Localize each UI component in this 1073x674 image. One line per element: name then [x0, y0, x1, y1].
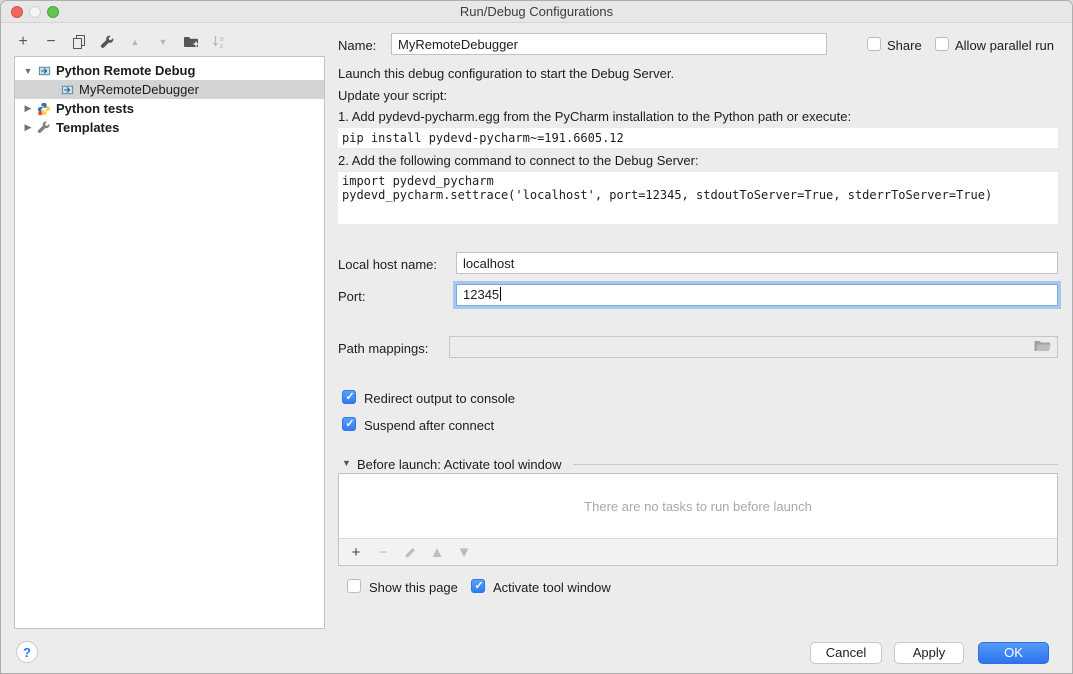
redirect-output-checkbox[interactable] — [342, 390, 356, 404]
zoom-window-button[interactable] — [47, 6, 59, 18]
before-launch-tasks-panel: There are no tasks to run before launch … — [338, 473, 1058, 566]
tree-item-label: Python Remote Debug — [56, 63, 195, 78]
edit-templates-wrench-icon[interactable] — [97, 32, 117, 52]
python-tests-icon — [36, 101, 52, 117]
svg-text:z: z — [220, 41, 224, 50]
cancel-button[interactable]: Cancel — [810, 642, 882, 664]
before-launch-collapse-icon[interactable]: ▼ — [342, 458, 351, 468]
tasks-toolbar: + − ▲ ▼ — [339, 538, 1057, 565]
activate-tool-window-label[interactable]: Activate tool window — [493, 580, 611, 595]
redirect-output-label[interactable]: Redirect output to console — [364, 391, 515, 406]
port-label: Port: — [338, 289, 365, 304]
ok-button[interactable]: OK — [978, 642, 1049, 664]
close-window-button[interactable] — [11, 6, 23, 18]
show-this-page-label[interactable]: Show this page — [369, 580, 458, 595]
local-host-name-input[interactable] — [456, 252, 1058, 274]
update-script-text: Update your script: — [338, 88, 447, 103]
move-down-icon[interactable]: ▼ — [153, 32, 173, 52]
configurations-tree: ▼ Python Remote Debug MyRemoteDebugger ▶… — [14, 56, 325, 629]
no-tasks-message: There are no tasks to run before launch — [339, 474, 1057, 538]
tree-item-templates[interactable]: ▶ Templates — [15, 118, 324, 137]
remove-icon[interactable]: − — [41, 32, 61, 52]
tree-item-label: MyRemoteDebugger — [79, 82, 199, 97]
allow-parallel-run-label[interactable]: Allow parallel run — [955, 38, 1054, 53]
minimize-window-button[interactable] — [29, 6, 41, 18]
chevron-expanded-icon[interactable]: ▼ — [22, 66, 34, 76]
move-task-down-icon[interactable]: ▼ — [456, 544, 472, 560]
sort-alphabetically-icon[interactable]: az — [209, 32, 229, 52]
section-rule — [573, 464, 1058, 465]
suspend-after-connect-checkbox[interactable] — [342, 417, 356, 431]
local-host-name-label: Local host name: — [338, 257, 437, 272]
remote-debug-icon — [59, 82, 75, 98]
share-checkbox[interactable] — [867, 37, 881, 51]
move-up-icon[interactable]: ▲ — [125, 32, 145, 52]
path-mappings-input[interactable] — [449, 336, 1058, 358]
edit-task-pencil-icon[interactable] — [402, 544, 418, 560]
settrace-code-line2: pydevd_pycharm.settrace('localhost', por… — [342, 188, 992, 202]
step2-text: 2. Add the following command to connect … — [338, 153, 699, 168]
help-button[interactable]: ? — [16, 641, 38, 663]
chevron-collapsed-icon[interactable]: ▶ — [22, 103, 34, 114]
copy-icon[interactable] — [69, 32, 89, 52]
allow-parallel-run-checkbox[interactable] — [935, 37, 949, 51]
name-input[interactable] — [391, 33, 827, 55]
before-launch-label: Before launch: Activate tool window — [357, 457, 562, 472]
share-label[interactable]: Share — [887, 38, 922, 53]
new-folder-icon[interactable] — [181, 32, 201, 52]
templates-wrench-icon — [36, 120, 52, 136]
window-title: Run/Debug Configurations — [1, 1, 1072, 23]
step1-text: 1. Add pydevd-pycharm.egg from the PyCha… — [338, 109, 851, 124]
name-label: Name: — [338, 38, 376, 53]
tree-item-python-tests[interactable]: ▶ Python tests — [15, 99, 324, 118]
titlebar: Run/Debug Configurations — [1, 1, 1072, 23]
move-task-up-icon[interactable]: ▲ — [429, 544, 445, 560]
remove-task-icon[interactable]: − — [375, 544, 391, 560]
add-icon[interactable]: + — [13, 32, 33, 52]
path-mappings-label: Path mappings: — [338, 341, 428, 356]
suspend-after-connect-label[interactable]: Suspend after connect — [364, 418, 494, 433]
settrace-code-line1: import pydevd_pycharm — [342, 174, 494, 188]
tree-item-myremotedebugger[interactable]: MyRemoteDebugger — [15, 80, 324, 99]
activate-tool-window-checkbox[interactable] — [471, 579, 485, 593]
configurations-toolbar: + − ▲ ▼ az — [13, 30, 229, 54]
port-input[interactable]: 12345 — [456, 284, 1058, 306]
settrace-code: import pydevd_pycharm pydevd_pycharm.set… — [338, 172, 1058, 224]
intro-text: Launch this debug configuration to start… — [338, 66, 674, 81]
tree-item-label: Python tests — [56, 101, 134, 116]
run-debug-configurations-dialog: Run/Debug Configurations + − ▲ ▼ az ▼ — [0, 0, 1073, 674]
text-caret — [500, 287, 501, 301]
apply-button[interactable]: Apply — [894, 642, 964, 664]
add-task-icon[interactable]: + — [348, 544, 364, 560]
pip-install-code: pip install pydevd-pycharm~=191.6605.12 — [338, 128, 1058, 148]
open-folder-icon[interactable] — [1033, 339, 1053, 355]
tree-item-label: Templates — [56, 120, 119, 135]
chevron-collapsed-icon[interactable]: ▶ — [22, 122, 34, 133]
show-this-page-checkbox[interactable] — [347, 579, 361, 593]
remote-debug-icon — [36, 63, 52, 79]
port-value: 12345 — [463, 287, 499, 302]
tree-item-python-remote-debug[interactable]: ▼ Python Remote Debug — [15, 61, 324, 80]
